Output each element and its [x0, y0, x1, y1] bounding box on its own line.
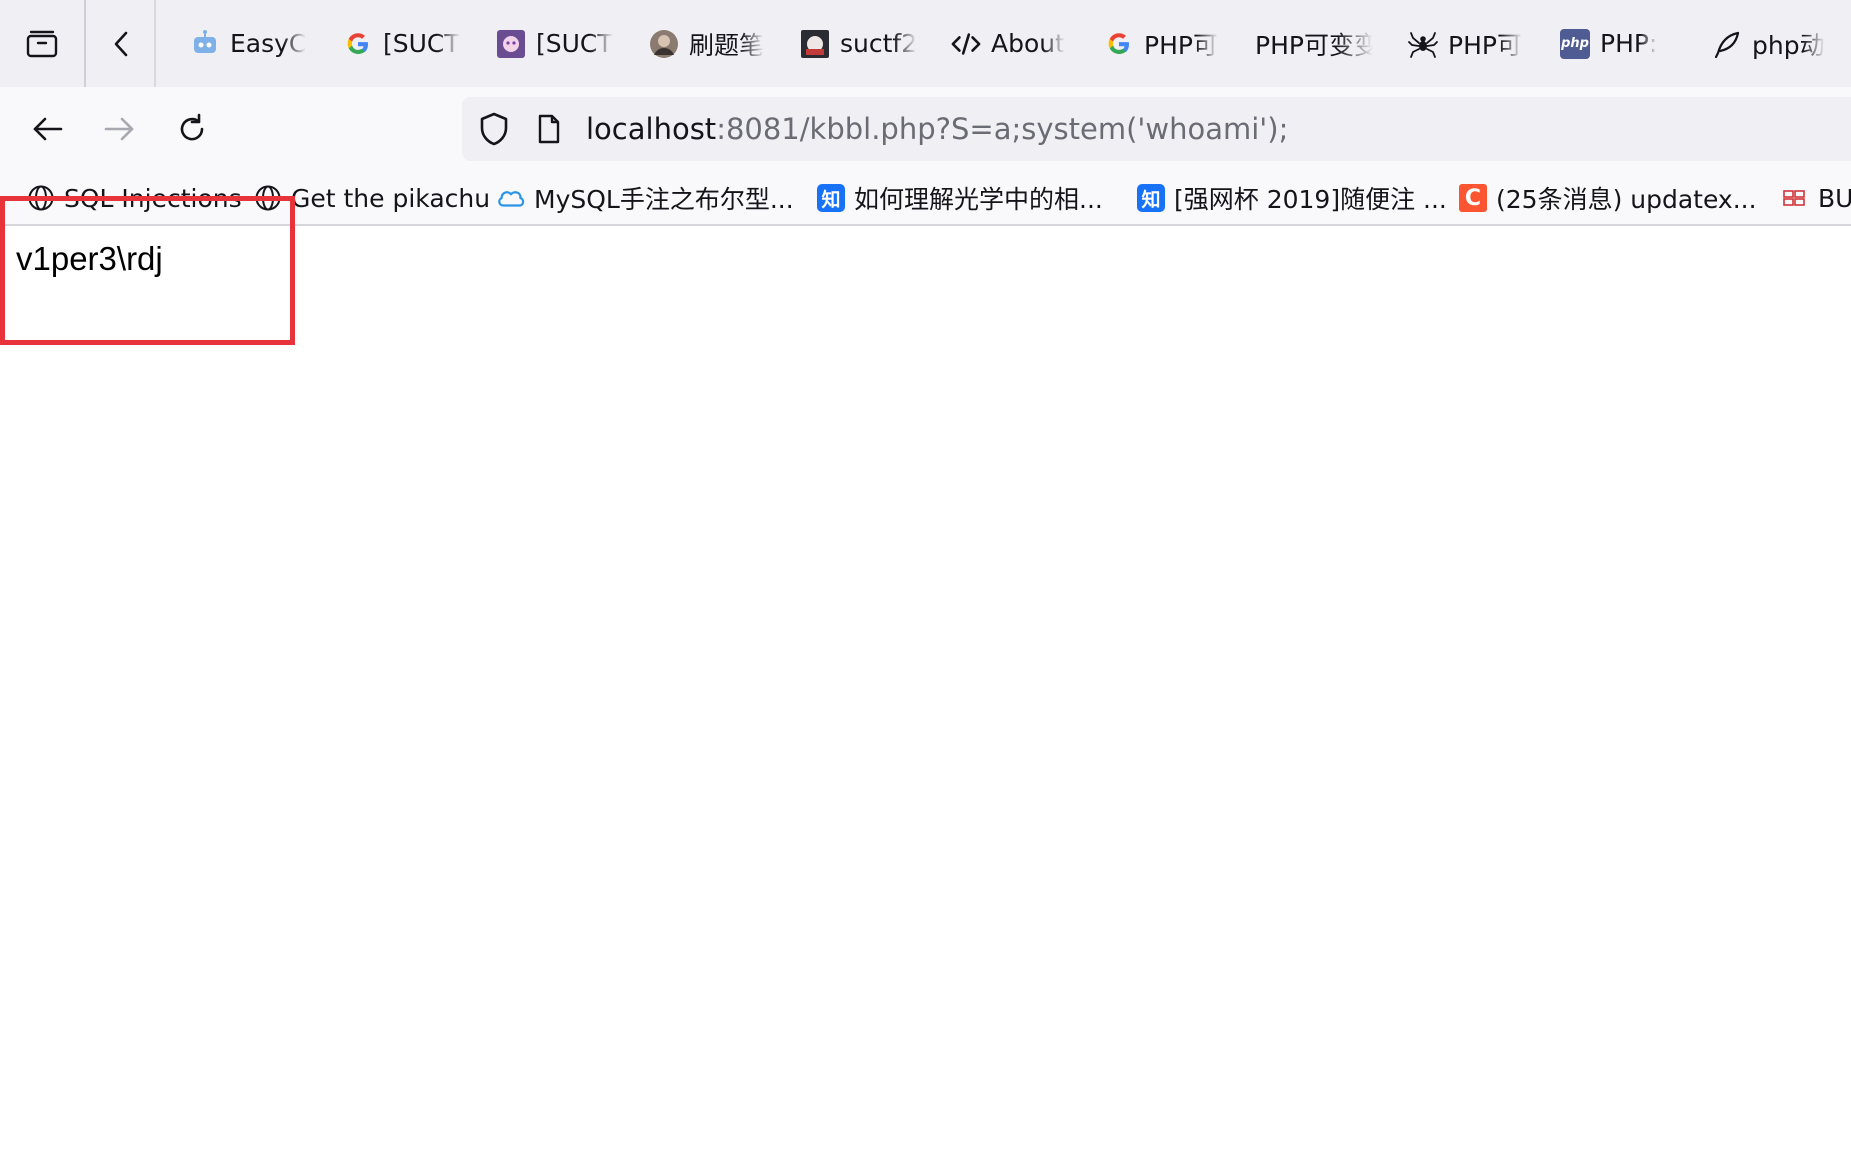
- scroll-tabs-left-button[interactable]: [88, 0, 154, 87]
- bookmark-label: BU: [1818, 183, 1851, 213]
- tab-title: PHP可: [1448, 30, 1522, 60]
- tab[interactable]: EasyC: [190, 0, 308, 87]
- tab-divider: [154, 0, 156, 87]
- tab[interactable]: [SUCT: [343, 0, 461, 87]
- robot-icon: [190, 29, 220, 59]
- bookmark-item[interactable]: 知 [强网杯 2019]随便注 ...: [1136, 172, 1447, 224]
- tab[interactable]: php动: [1712, 0, 1830, 87]
- tab-title: php动: [1752, 30, 1825, 60]
- tab[interactable]: php PHP:: [1560, 0, 1678, 87]
- bookmark-item[interactable]: C (25条消息) updatex...: [1458, 172, 1757, 224]
- reload-button[interactable]: [164, 101, 220, 157]
- url-host: localhost: [586, 112, 717, 146]
- tab[interactable]: PHP可: [1408, 0, 1526, 87]
- bookmark-item[interactable]: BU: [1780, 172, 1851, 224]
- bookmark-item[interactable]: 知 如何理解光学中的相...: [816, 172, 1103, 224]
- tab-title: [SUCT: [383, 29, 460, 58]
- reload-icon: [180, 113, 204, 141]
- tab[interactable]: suctf2: [800, 0, 918, 87]
- google-icon: [343, 29, 373, 59]
- zhihu-icon: 知: [816, 183, 846, 213]
- arrow-left-icon: [33, 117, 63, 141]
- php-icon: php: [1560, 28, 1590, 59]
- tracking-protection-icon[interactable]: [476, 111, 512, 147]
- google-icon: [1104, 29, 1134, 59]
- page-content: v1per3\rdj: [0, 226, 1851, 1152]
- buuctf-icon: [1780, 183, 1810, 213]
- bookmark-label: 如何理解光学中的相...: [854, 185, 1103, 214]
- tab-title: [SUCT: [536, 29, 613, 58]
- spider-icon: [1408, 29, 1438, 59]
- tab-title: PHP可: [1144, 30, 1218, 60]
- tab[interactable]: PHP可变变: [1255, 0, 1373, 87]
- bookmark-label: [强网杯 2019]随便注 ...: [1174, 185, 1447, 214]
- anime-avatar-icon: [800, 29, 830, 59]
- zhihu-icon: 知: [1136, 183, 1166, 213]
- navigation-toolbar: localhost:8081/kbbl.php?S=a;system('whoa…: [0, 87, 1851, 172]
- tab-title: 刷题笔: [689, 30, 765, 60]
- tab-title: About: [991, 29, 1065, 58]
- tab-divider: [84, 0, 86, 87]
- zhihu-icon-glyph: 知: [1137, 184, 1165, 212]
- avatar-icon: [649, 29, 679, 59]
- address-bar[interactable]: localhost:8081/kbbl.php?S=a;system('whoa…: [462, 97, 1851, 161]
- tab-title: PHP:: [1600, 29, 1658, 58]
- csdn-icon: C: [1458, 183, 1488, 213]
- bookmark-label: MySQL手注之布尔型...: [534, 185, 794, 214]
- anime-avatar-icon: [496, 29, 526, 59]
- arrow-right-icon: [104, 117, 134, 141]
- tab-title: EasyC: [230, 29, 307, 58]
- page-info-icon[interactable]: [534, 111, 564, 147]
- bookmark-item[interactable]: MySQL手注之布尔型...: [496, 172, 794, 224]
- code-icon: [951, 29, 981, 59]
- tab[interactable]: PHP可: [1104, 0, 1222, 87]
- csdn-icon-glyph: C: [1459, 184, 1487, 212]
- bookmark-label: Get the pikachu: [291, 183, 491, 213]
- tab[interactable]: [SUCT: [496, 0, 614, 87]
- php-icon-label: php: [1560, 28, 1590, 59]
- forward-button[interactable]: [91, 101, 147, 157]
- feather-icon: [1712, 29, 1742, 59]
- url-path: :8081/kbbl.php?S=a;system('whoami');: [716, 112, 1289, 146]
- url-text[interactable]: localhost:8081/kbbl.php?S=a;system('whoa…: [586, 109, 1288, 149]
- highlight-box: [0, 196, 295, 345]
- tab-title: suctf2: [840, 29, 918, 58]
- tab-title: PHP可变变: [1255, 30, 1373, 60]
- tab-strip: EasyC [SUCT [SUCT 刷题笔 suctf2 About PHP可 …: [0, 0, 1851, 87]
- zhihu-icon-glyph: 知: [817, 184, 845, 212]
- back-button[interactable]: [20, 101, 76, 157]
- chevron-left-icon: [114, 31, 128, 56]
- tab[interactable]: About: [951, 0, 1069, 87]
- list-all-tabs-button[interactable]: [0, 0, 84, 87]
- bookmark-label: (25条消息) updatex...: [1496, 185, 1757, 214]
- tab-list-icon: [26, 30, 58, 57]
- tab[interactable]: 刷题笔: [649, 0, 767, 87]
- cloud-icon: [496, 183, 526, 213]
